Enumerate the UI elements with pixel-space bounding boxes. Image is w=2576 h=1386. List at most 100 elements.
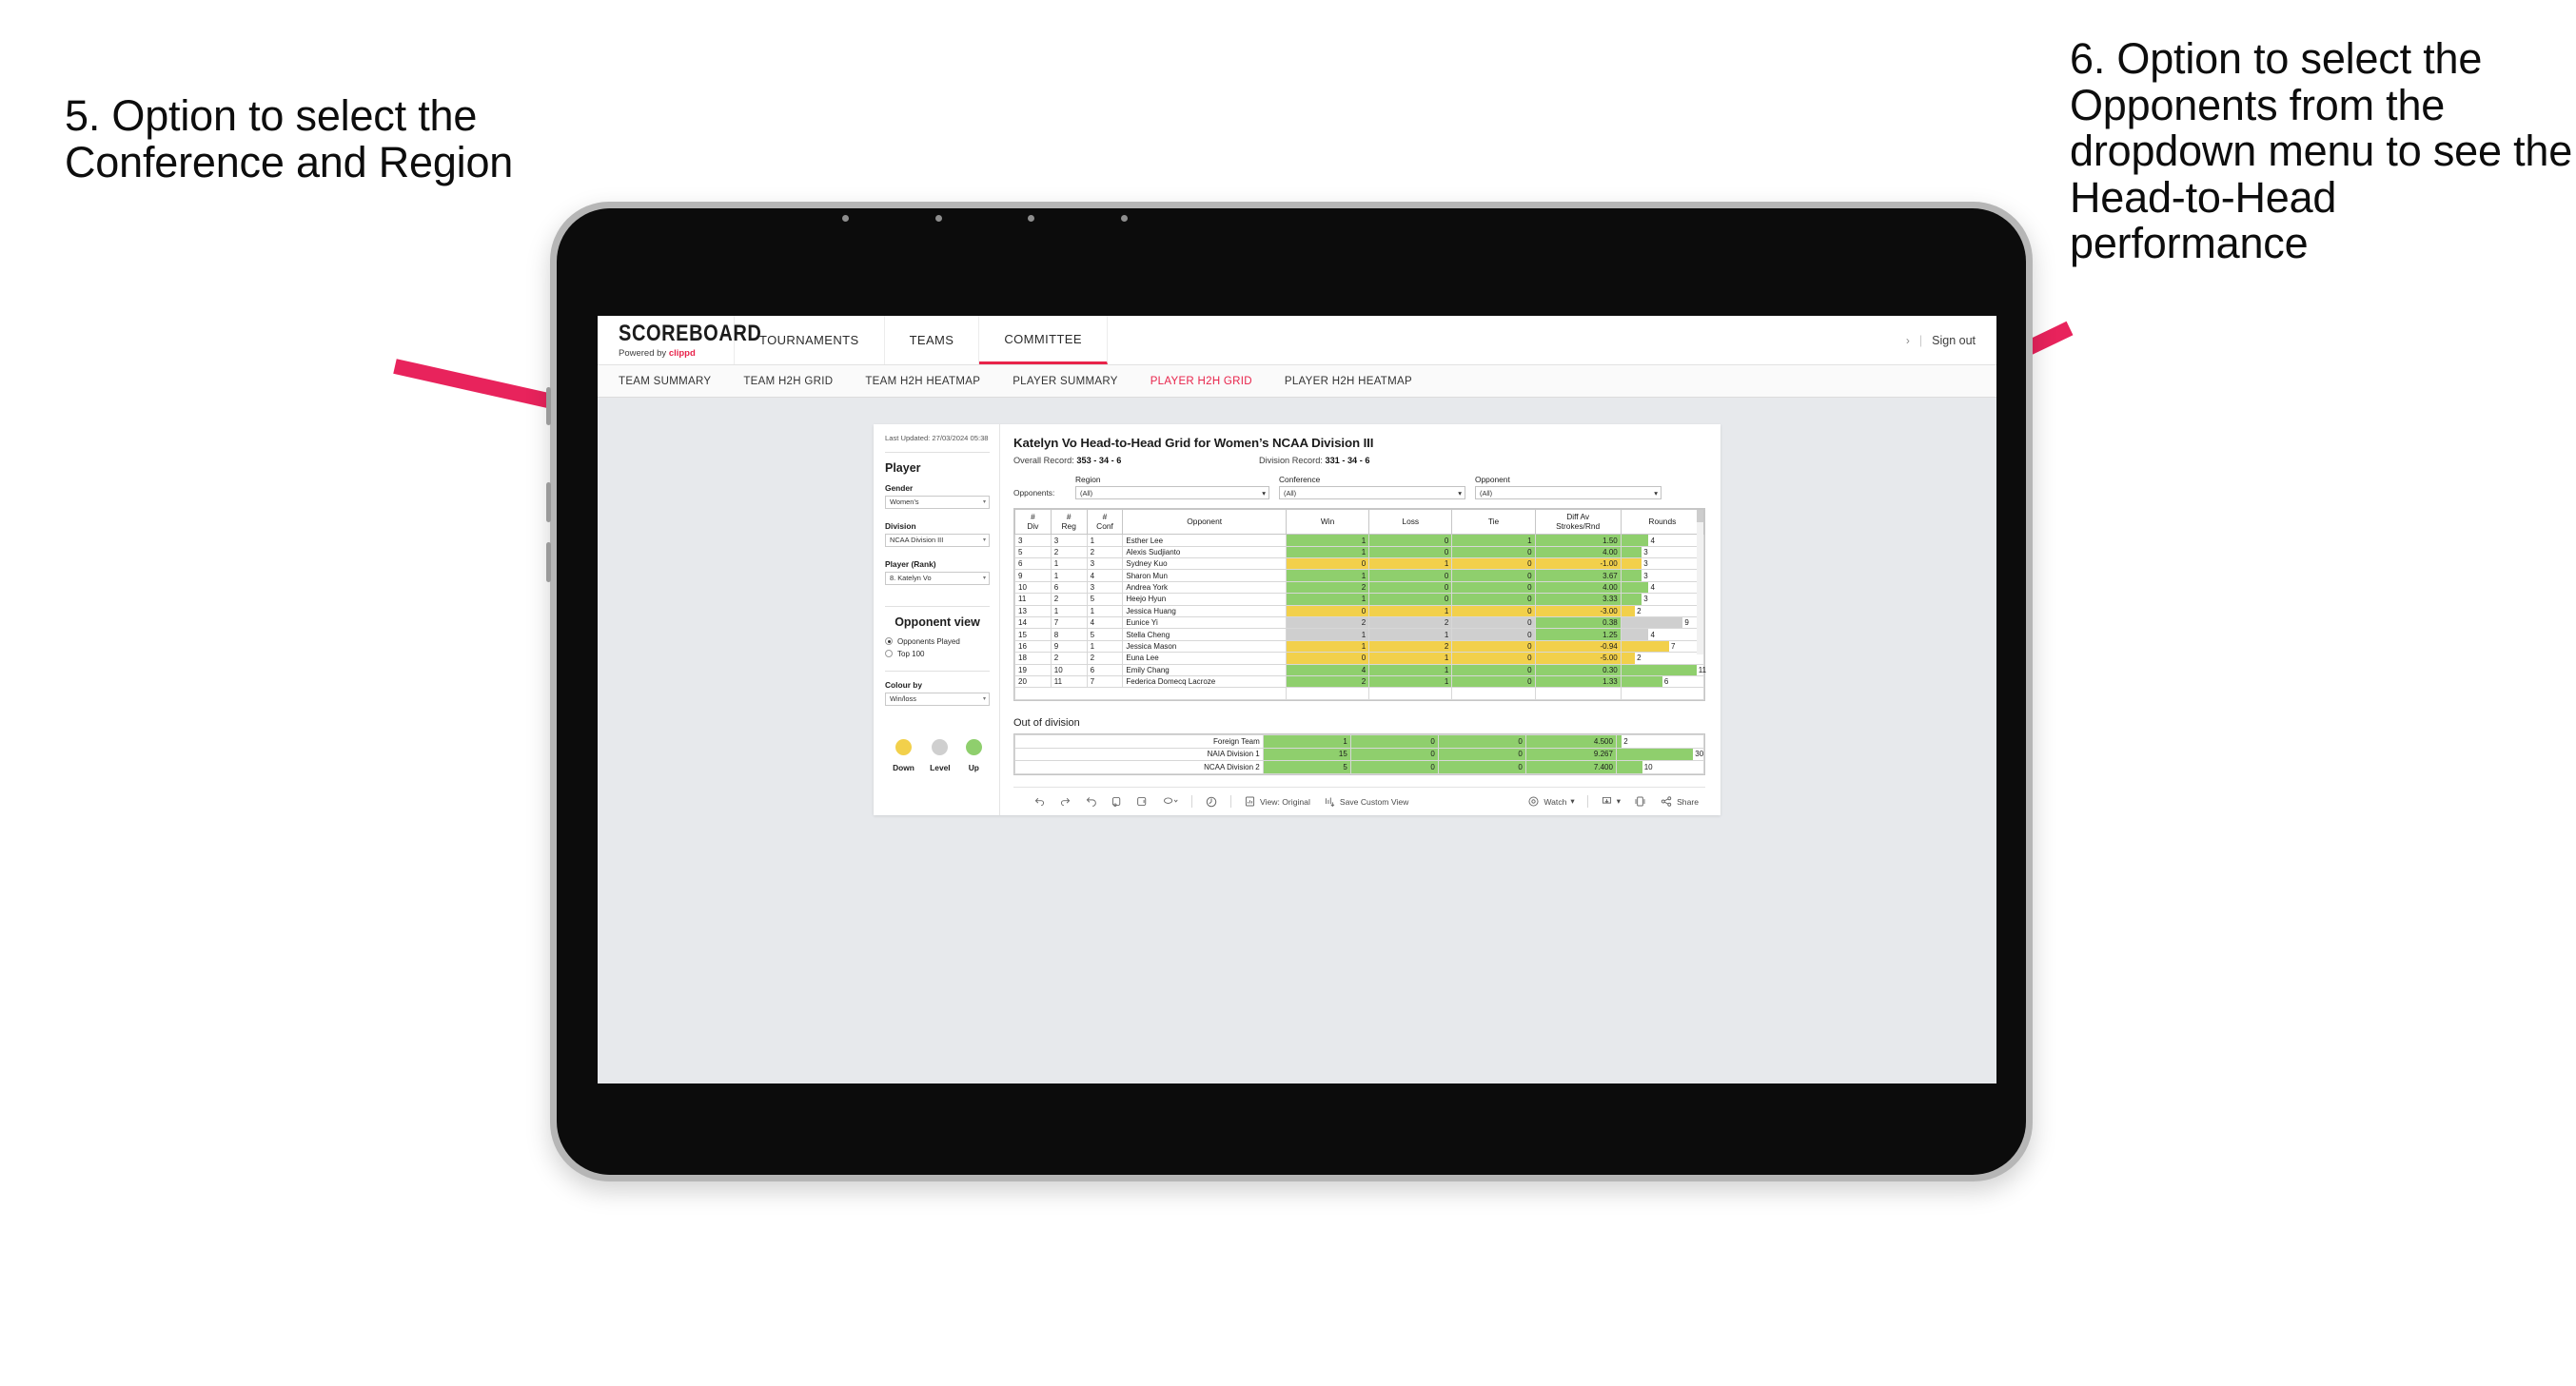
table-row[interactable]: 5 2 2 Alexis Sudjianto 1 0 0 4.00 3	[1014, 545, 1705, 559]
cell-div: 13	[1014, 604, 1052, 618]
cell-loss: 0	[1349, 733, 1439, 749]
chevron-right-icon[interactable]: ›	[1906, 334, 1910, 347]
opponent-filters: Opponents: Region (All) ▾ Conference (Al…	[1013, 475, 1705, 499]
legend-item-up: Up	[965, 738, 982, 772]
tab-team-summary[interactable]: TEAM SUMMARY	[619, 376, 711, 387]
region-label: Region	[1075, 475, 1101, 484]
opponent-select[interactable]: (All) ▾	[1475, 486, 1662, 499]
table-row[interactable]: 19 10 6 Emily Chang 4 1 0 0.30 11	[1014, 663, 1706, 677]
cell-conf: 3	[1086, 580, 1124, 595]
cell-tie: 0	[1451, 593, 1536, 606]
cell-rounds: 6	[1620, 674, 1705, 689]
save-custom-view-button[interactable]: Save Custom View	[1317, 795, 1415, 808]
download-button[interactable]: ▾	[1594, 795, 1627, 808]
rounds-value: 9	[1684, 618, 1689, 628]
colour-by-select[interactable]: Win/loss ▾	[885, 692, 990, 706]
sign-out-link[interactable]: Sign out	[1932, 334, 1976, 347]
blank-cell-tie	[1451, 687, 1536, 700]
tab-team-h2h-heatmap[interactable]: TEAM H2H HEATMAP	[865, 376, 980, 387]
cell-reg: 9	[1050, 639, 1088, 654]
table-row[interactable]: 20 11 7 Federica Domecq Lacroze 2 1 0 1.33 6	[1014, 674, 1705, 689]
highlight-button[interactable]	[1155, 795, 1186, 808]
toolbar-separator-1	[1191, 795, 1192, 809]
gender-select[interactable]: Women’s ▾	[885, 495, 990, 509]
cell-reg: 2	[1050, 593, 1088, 606]
cell-diff: 9.267	[1524, 747, 1617, 762]
redo-button[interactable]	[1052, 795, 1078, 808]
brand-logo[interactable]: SCOREBOARD Powered by clippd	[598, 316, 761, 364]
undo-button[interactable]	[1027, 795, 1052, 808]
cell-tie: 0	[1451, 545, 1536, 559]
list-item[interactable]: Foreign Team 1 0 0 4.500 2	[1014, 733, 1705, 749]
table-row[interactable]: 11 2 5 Heejo Hyun 1 0 0 3.33 3	[1014, 593, 1705, 606]
cell-diff: -0.94	[1534, 639, 1622, 654]
list-item[interactable]: NAIA Division 1 15 0 0 9.267 30	[1014, 747, 1705, 762]
list-item[interactable]: NCAA Division 2 5 0 0 7.400 10	[1014, 760, 1705, 775]
h2h-grid-table-container: # Div # Reg # Conf Opponent Win Loss Tie Di…	[1013, 508, 1706, 701]
rounds-bar	[1621, 558, 1642, 570]
main-panel: Katelyn Vo Head-to-Head Grid for Women’s…	[1000, 424, 1721, 815]
table-row[interactable]: 6 1 3 Sydney Kuo 0 1 0 -1.00 3	[1014, 557, 1705, 571]
table-row[interactable]: 14 7 4 Eunice Yi 2 2 0 0.38 9	[1014, 616, 1705, 630]
legend-caption-level: Level	[930, 762, 951, 772]
cell-tie: 0	[1437, 760, 1526, 775]
view-original-button[interactable]: View: Original	[1237, 795, 1317, 808]
refresh-button[interactable]	[1104, 795, 1130, 808]
cell-diff: 3.33	[1534, 593, 1622, 606]
region-select[interactable]: (All) ▾	[1075, 486, 1269, 499]
cell-div: 6	[1014, 557, 1052, 571]
cell-win: 1	[1285, 593, 1370, 606]
division-value: NCAA Division III	[890, 536, 944, 545]
rounds-bar	[1621, 617, 1683, 629]
rounds-bar	[1621, 629, 1649, 640]
reset-button[interactable]	[1198, 795, 1225, 809]
radio-opponents-played[interactable]: Opponents Played	[885, 637, 990, 646]
radio-top-100[interactable]: Top 100	[885, 650, 990, 658]
th-div-line2: Div	[1027, 520, 1039, 531]
rounds-bar	[1621, 546, 1642, 558]
table-row[interactable]: 16 9 1 Jessica Mason 1 2 0 -0.94 7	[1014, 639, 1705, 654]
revert-button[interactable]	[1078, 795, 1104, 808]
table-row[interactable]: 9 1 4 Sharon Mun 1 0 0 3.67 3	[1014, 569, 1705, 582]
nav-committee[interactable]: COMMITTEE	[979, 316, 1108, 364]
cell-reg: 3	[1050, 534, 1088, 547]
tab-player-h2h-heatmap[interactable]: PLAYER H2H HEATMAP	[1285, 376, 1412, 387]
tableau-toolbar: View: Original Save Custom View Watch ▾ …	[1013, 787, 1705, 815]
tab-player-summary[interactable]: PLAYER SUMMARY	[1013, 376, 1118, 387]
table-row[interactable]: 13 1 1 Jessica Huang 0 1 0 -3.00 2	[1014, 604, 1705, 618]
pause-button[interactable]	[1130, 795, 1155, 808]
chevron-down-icon: ▾	[982, 696, 986, 703]
nav-teams[interactable]: TEAMS	[885, 316, 980, 364]
tab-player-h2h-grid[interactable]: PLAYER H2H GRID	[1150, 376, 1252, 387]
cell-loss: 0	[1368, 593, 1453, 606]
watch-button[interactable]: Watch ▾	[1521, 795, 1581, 808]
cell-diff: -5.00	[1534, 652, 1622, 665]
share-button[interactable]: Share	[1653, 795, 1705, 808]
share-label: Share	[1677, 796, 1699, 807]
cell-opponent: Alexis Sudjianto	[1122, 545, 1287, 559]
cell-rounds: 10	[1615, 760, 1705, 775]
nav-tournaments[interactable]: TOURNAMENTS	[735, 316, 885, 364]
rounds-value: 2	[1637, 606, 1642, 615]
scrollbar-thumb[interactable]	[1697, 510, 1703, 522]
division-select[interactable]: NCAA Division III ▾	[885, 533, 990, 547]
table-vertical-scrollbar[interactable]	[1697, 510, 1703, 654]
table-row[interactable]: 3 3 1 Esther Lee 1 0 1 1.50 4	[1014, 534, 1705, 547]
overall-record: Overall Record: 353 - 34 - 6	[1013, 456, 1259, 465]
table-row[interactable]: 10 6 3 Andrea York 2 0 0 4.00 4	[1014, 580, 1705, 595]
sidebar-divider-2	[885, 605, 990, 607]
cell-reg: 7	[1050, 616, 1088, 630]
cell-conf: 5	[1086, 593, 1124, 606]
th-reg-line1: #	[1066, 512, 1072, 521]
cell-div: 10	[1014, 580, 1052, 595]
fullscreen-button[interactable]	[1627, 795, 1653, 808]
cell-loss: 0	[1349, 747, 1439, 762]
table-row[interactable]: 15 8 5 Stella Cheng 1 1 0 1.25 4	[1014, 628, 1705, 641]
watch-label: Watch	[1544, 796, 1567, 807]
table-row[interactable]: 18 2 2 Euna Lee 0 1 0 -5.00 2	[1014, 652, 1705, 665]
cell-div: 15	[1014, 628, 1052, 641]
player-rank-select[interactable]: 8. Katelyn Vo ▾	[885, 571, 990, 585]
conference-select[interactable]: (All) ▾	[1279, 486, 1465, 499]
tab-team-h2h-grid[interactable]: TEAM H2H GRID	[743, 376, 833, 387]
view-original-label: View: Original	[1260, 796, 1310, 807]
